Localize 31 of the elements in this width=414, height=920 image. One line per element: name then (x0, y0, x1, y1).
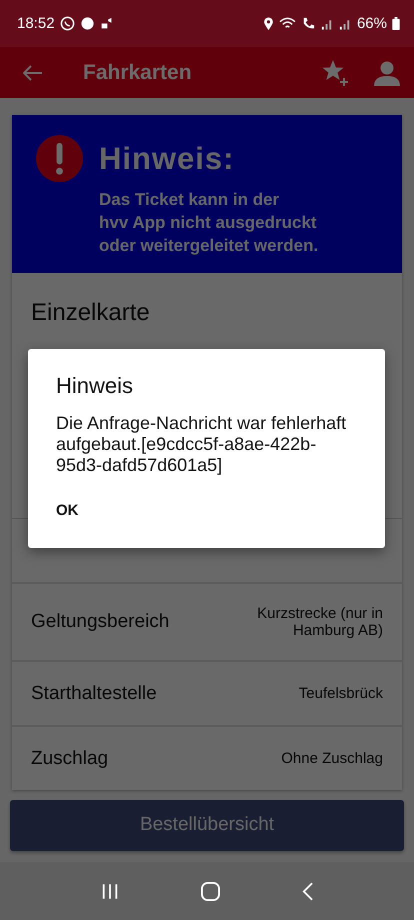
dialog-title: Hinweis (56, 373, 134, 399)
banner-title: Hinweis: (99, 140, 234, 176)
back-icon[interactable] (302, 882, 313, 900)
detail-label: Geltungsbereich (31, 611, 170, 633)
ok-button[interactable]: OK (44, 494, 90, 527)
detail-value: Kurzstrecke (nur in Hamburg AB) (256, 605, 383, 639)
home-icon[interactable] (201, 882, 220, 900)
exclamation-icon (36, 135, 83, 182)
banner-text: Das Ticket kann in der (99, 189, 280, 211)
screen-title: Fahrkarten (83, 60, 193, 84)
back-arrow-icon[interactable] (23, 64, 43, 80)
recent-apps-icon[interactable] (101, 882, 119, 900)
user-icon[interactable] (374, 60, 400, 86)
dialog-message: Die Anfrage-Nachricht war fehlerhaft aufgebaut.[e9cdcc5f-a8ae-422b-95d3-dafd57d601a5] (56, 413, 348, 476)
detail-label: Zuschlag (31, 748, 108, 770)
chat-icon (60, 16, 75, 31)
detail-label: Starthaltestelle (31, 682, 157, 704)
star-plus-icon[interactable] (322, 58, 350, 86)
banner-text: hvv App nicht ausgedruckt (99, 212, 318, 234)
wifi-icon (278, 17, 296, 30)
signal-icon (338, 18, 352, 30)
banner-text: oder weitergeleitet werden. (99, 235, 320, 257)
detail-value: Teufelsbrück (298, 685, 383, 702)
battery-level: 66% (356, 15, 387, 32)
status-time: 18:52 (17, 15, 55, 32)
notification-icon (100, 17, 113, 30)
battery-icon (392, 17, 400, 30)
signal-icon (320, 18, 334, 30)
detail-value: Ohne Zuschlag (281, 750, 383, 767)
location-icon (262, 16, 274, 30)
ticket-title: Einzelkarte (31, 299, 151, 327)
